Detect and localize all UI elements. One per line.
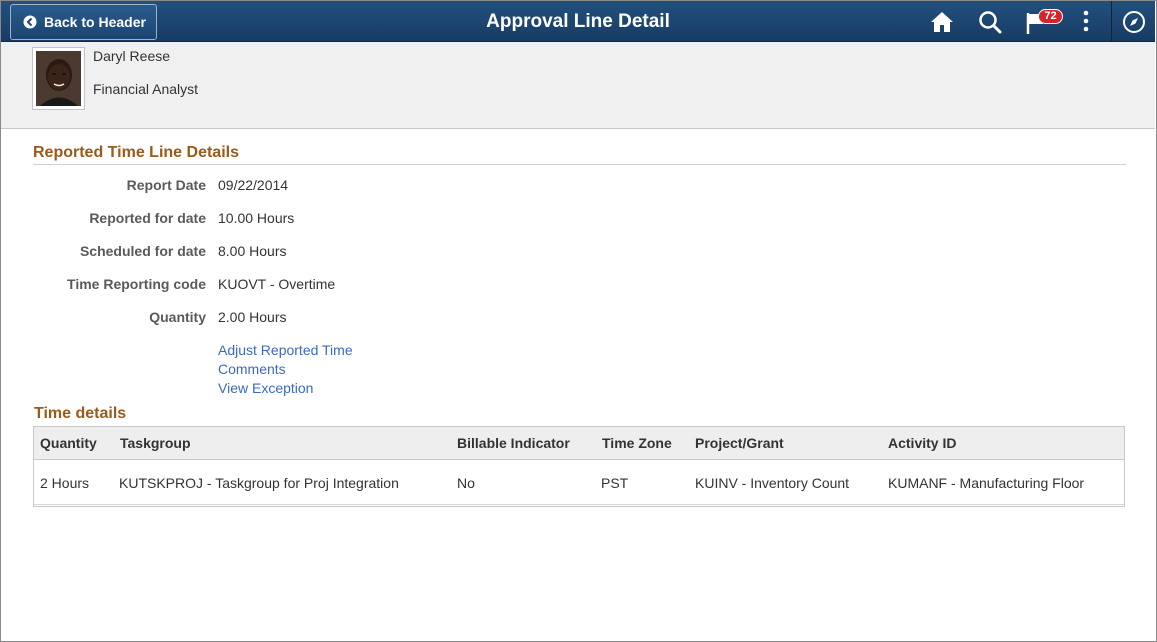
- back-button-label: Back to Header: [44, 14, 146, 30]
- comments-link[interactable]: Comments: [218, 361, 286, 377]
- column-header-project-grant: Project/Grant: [695, 435, 784, 451]
- time-reporting-code-label: Time Reporting code: [67, 276, 206, 292]
- reported-for-date-value: 10.00 Hours: [218, 210, 295, 226]
- column-header-time-zone: Time Zone: [602, 435, 672, 451]
- scheduled-for-date-label: Scheduled for date: [79, 243, 206, 259]
- chevron-left-icon: [23, 15, 37, 29]
- adjust-reported-time-link[interactable]: Adjust Reported Time: [218, 342, 353, 358]
- cell-billable-indicator: No: [457, 475, 475, 491]
- cell-taskgroup: KUTSKPROJ - Taskgroup for Proj Integrati…: [119, 475, 399, 491]
- employee-job-title: Financial Analyst: [93, 81, 199, 97]
- cell-quantity: 2 Hours: [40, 475, 90, 491]
- column-header-taskgroup: Taskgroup: [120, 435, 191, 451]
- back-to-header-button[interactable]: Back to Header: [10, 4, 157, 40]
- header-bar: Back to Header Approval Line Detail 72: [1, 1, 1155, 42]
- time-details-section-title: Time details: [34, 405, 127, 422]
- view-exception-link[interactable]: View Exception: [218, 380, 313, 396]
- notification-count-badge: 72: [1038, 9, 1063, 24]
- column-header-quantity: Quantity: [40, 435, 97, 451]
- quantity-value: 2.00 Hours: [218, 309, 287, 325]
- time-details-grid: Quantity Taskgroup Billable Indicator Ti…: [33, 426, 1125, 507]
- employee-photo: [32, 47, 85, 110]
- report-date-label: Report Date: [126, 177, 206, 193]
- navbar-icon[interactable]: [1121, 9, 1147, 35]
- table-row: 2 Hours KUTSKPROJ - Taskgroup for Proj I…: [34, 460, 1124, 505]
- reported-time-section-title: Reported Time Line Details: [33, 144, 239, 161]
- grid-header-row: Quantity Taskgroup Billable Indicator Ti…: [34, 427, 1124, 460]
- section-divider: [33, 164, 1126, 165]
- cell-project-grant: KUINV - Inventory Count: [695, 475, 850, 491]
- report-date-value: 09/22/2014: [218, 177, 289, 193]
- cell-activity-id: KUMANF - Manufacturing Floor: [888, 475, 1085, 491]
- employee-name: Daryl Reese: [93, 48, 171, 64]
- employee-header: Daryl Reese Financial Analyst: [1, 42, 1155, 129]
- quantity-label: Quantity: [149, 309, 206, 325]
- search-icon[interactable]: [977, 9, 1003, 35]
- home-icon[interactable]: [929, 9, 955, 35]
- cell-time-zone: PST: [601, 475, 629, 491]
- time-reporting-code-value: KUOVT - Overtime: [218, 276, 336, 292]
- column-header-billable-indicator: Billable Indicator: [457, 435, 570, 451]
- header-divider: [1111, 1, 1112, 42]
- more-icon[interactable]: [1079, 9, 1093, 35]
- scheduled-for-date-value: 8.00 Hours: [218, 243, 287, 259]
- reported-for-date-label: Reported for date: [89, 210, 206, 226]
- column-header-activity-id: Activity ID: [888, 435, 957, 451]
